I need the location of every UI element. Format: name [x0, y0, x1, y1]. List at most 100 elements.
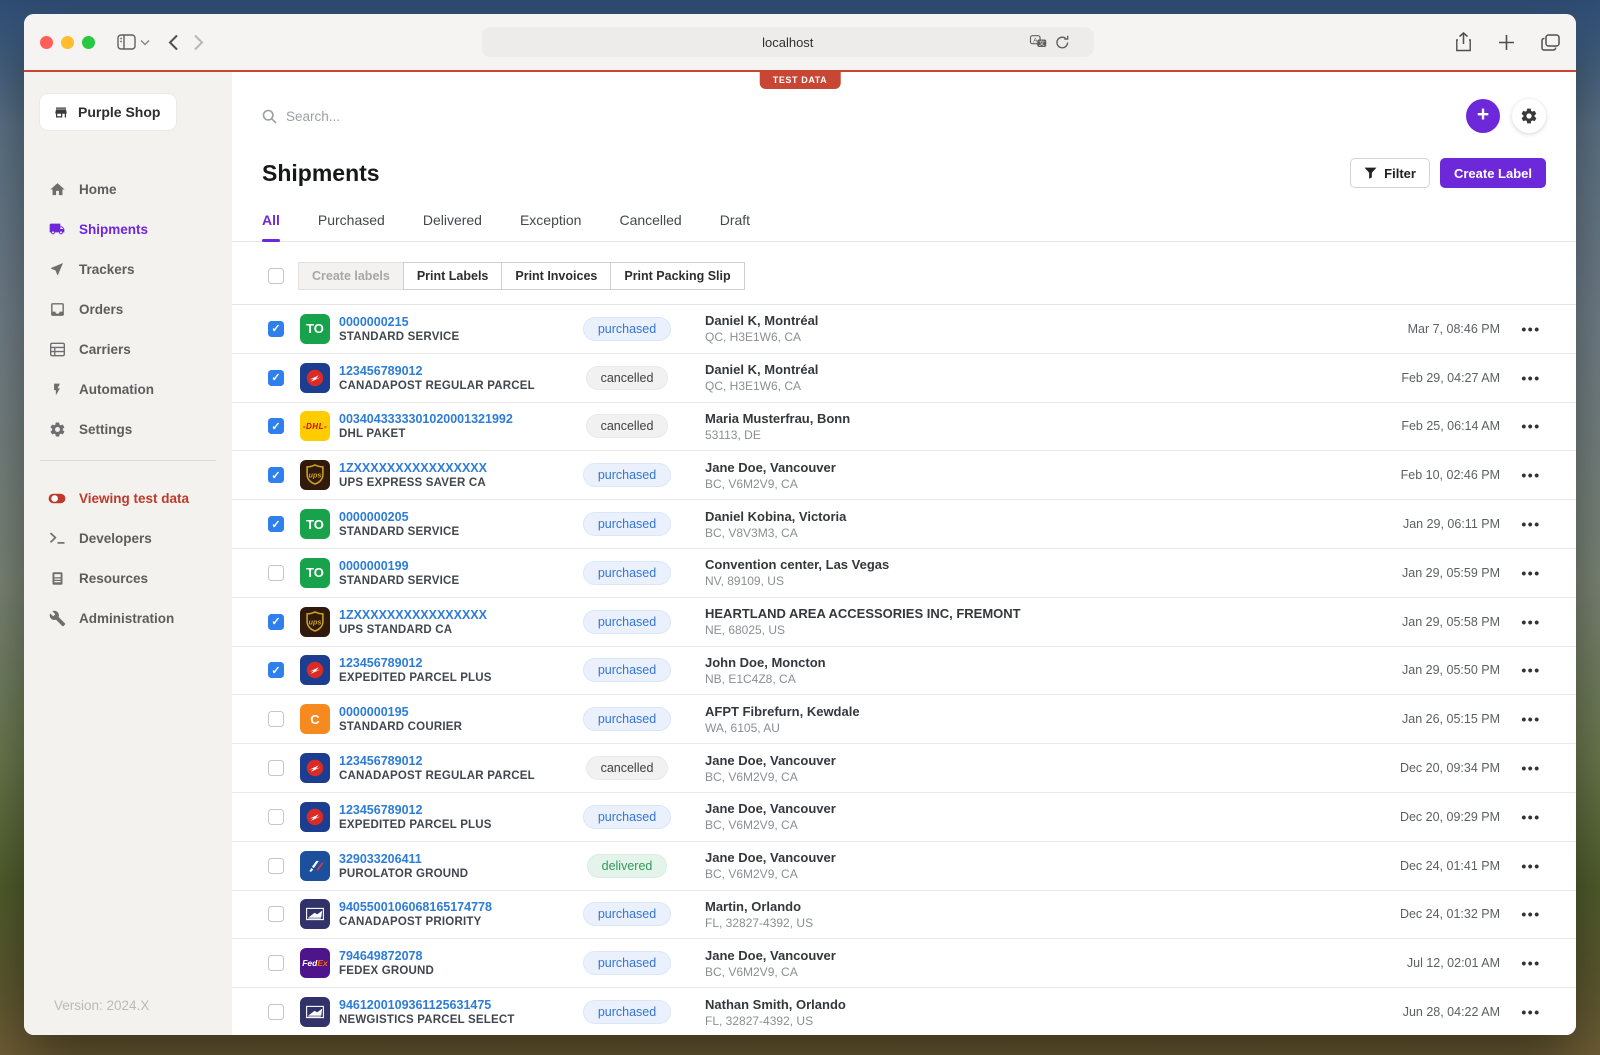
row-checkbox[interactable]: [268, 955, 284, 971]
close-window-button[interactable]: [40, 36, 53, 49]
row-checkbox[interactable]: [268, 1004, 284, 1020]
row-menu-button[interactable]: •••: [1500, 321, 1562, 337]
tracking-link[interactable]: 123456789012: [339, 803, 571, 817]
reload-icon[interactable]: [1055, 35, 1070, 50]
row-checkbox[interactable]: ✓: [268, 418, 284, 434]
row-menu-button[interactable]: •••: [1500, 370, 1562, 386]
row-menu-button[interactable]: •••: [1500, 955, 1562, 971]
tab-delivered[interactable]: Delivered: [423, 212, 482, 241]
page-title: Shipments: [262, 160, 380, 187]
filter-button[interactable]: Filter: [1350, 158, 1430, 188]
row-menu-button[interactable]: •••: [1500, 1004, 1562, 1020]
tracking-link[interactable]: 0000000199: [339, 559, 571, 573]
tab-all[interactable]: All: [262, 212, 280, 241]
row-menu-button[interactable]: •••: [1500, 565, 1562, 581]
chevron-down-icon[interactable]: [140, 39, 150, 46]
tab-draft[interactable]: Draft: [720, 212, 750, 241]
row-checkbox[interactable]: [268, 711, 284, 727]
sidebar-item-home[interactable]: Home: [40, 174, 216, 204]
address-bar[interactable]: localhost A文: [482, 27, 1094, 57]
translate-icon[interactable]: A文: [1030, 35, 1047, 49]
sidebar-toggle-icon[interactable]: [117, 34, 136, 50]
sidebar-item-settings[interactable]: Settings: [40, 414, 216, 444]
courier-logo-icon: C: [300, 704, 330, 734]
tracking-link[interactable]: 0000000215: [339, 315, 571, 329]
tracking-link[interactable]: 9461200109361125631475: [339, 998, 571, 1012]
row-checkbox[interactable]: ✓: [268, 516, 284, 532]
row-checkbox[interactable]: ✓: [268, 321, 284, 337]
row-checkbox[interactable]: ✓: [268, 467, 284, 483]
tracking-link[interactable]: 794649872078: [339, 949, 571, 963]
gear-icon: [1520, 107, 1538, 125]
share-icon[interactable]: [1455, 32, 1472, 52]
row-menu-button[interactable]: •••: [1500, 858, 1562, 874]
forward-button[interactable]: [193, 34, 204, 51]
tracking-link[interactable]: 0034043333301020001321992: [339, 412, 571, 426]
tab-purchased[interactable]: Purchased: [318, 212, 385, 241]
sidebar-item-carriers[interactable]: Carriers: [40, 334, 216, 364]
shipment-date: Feb 29, 04:27 AM: [1388, 371, 1500, 385]
table-icon: [48, 340, 66, 358]
zoom-window-button[interactable]: [82, 36, 95, 49]
row-menu-button[interactable]: •••: [1500, 809, 1562, 825]
search-input[interactable]: Search...: [262, 109, 340, 124]
sidebar-item-shipments[interactable]: Shipments: [40, 214, 216, 244]
row-menu-button[interactable]: •••: [1500, 906, 1562, 922]
select-all-checkbox[interactable]: [268, 268, 284, 284]
create-label-button[interactable]: Create Label: [1440, 158, 1546, 188]
tracking-link[interactable]: 0000000195: [339, 705, 571, 719]
sidebar-item-orders[interactable]: Orders: [40, 294, 216, 324]
sidebar-item-resources[interactable]: Resources: [40, 563, 216, 593]
dhl-logo-icon: -DHL-: [300, 411, 330, 441]
minimize-window-button[interactable]: [61, 36, 74, 49]
tracking-link[interactable]: 123456789012: [339, 754, 571, 768]
tracking-link[interactable]: 0000000205: [339, 510, 571, 524]
print-packing-slip-button[interactable]: Print Packing Slip: [610, 262, 744, 290]
row-checkbox[interactable]: [268, 565, 284, 581]
recipient-address: NE, 68025, US: [705, 623, 1388, 637]
settings-button[interactable]: [1512, 99, 1546, 133]
service-name: NEWGISTICS PARCEL SELECT: [339, 1014, 571, 1026]
back-button[interactable]: [168, 34, 179, 51]
print-labels-button[interactable]: Print Labels: [403, 262, 503, 290]
recipient-address: WA, 6105, AU: [705, 721, 1388, 735]
sidebar-item-trackers[interactable]: Trackers: [40, 254, 216, 284]
row-menu-button[interactable]: •••: [1500, 760, 1562, 776]
row-checkbox[interactable]: ✓: [268, 370, 284, 386]
row-menu-button[interactable]: •••: [1500, 662, 1562, 678]
row-menu-button[interactable]: •••: [1500, 711, 1562, 727]
sidebar-item-viewing-test-data[interactable]: Viewing test data: [40, 483, 216, 513]
tracking-link[interactable]: 1ZXXXXXXXXXXXXXXXX: [339, 608, 571, 622]
print-invoices-button[interactable]: Print Invoices: [501, 262, 611, 290]
row-menu-button[interactable]: •••: [1500, 467, 1562, 483]
tab-cancelled[interactable]: Cancelled: [619, 212, 681, 241]
new-tab-icon[interactable]: [1498, 34, 1515, 51]
row-checkbox[interactable]: [268, 809, 284, 825]
recipient-cell: Jane Doe, VancouverBC, V6M2V9, CA: [705, 753, 1388, 784]
tracking-link[interactable]: 123456789012: [339, 656, 571, 670]
row-checkbox[interactable]: ✓: [268, 662, 284, 678]
brand-card[interactable]: Purple Shop: [40, 94, 176, 130]
tab-overview-icon[interactable]: [1541, 34, 1560, 51]
sidebar-item-automation[interactable]: Automation: [40, 374, 216, 404]
row-checkbox[interactable]: [268, 858, 284, 874]
tracking-link[interactable]: 329033206411: [339, 852, 571, 866]
row-checkbox[interactable]: ✓: [268, 614, 284, 630]
row-menu-button[interactable]: •••: [1500, 418, 1562, 434]
search-icon: [262, 109, 277, 124]
add-button[interactable]: +: [1466, 99, 1500, 133]
row-menu-button[interactable]: •••: [1500, 614, 1562, 630]
tracking-link[interactable]: 1ZXXXXXXXXXXXXXXXX: [339, 461, 571, 475]
tracking-link[interactable]: 123456789012: [339, 364, 571, 378]
tab-exception[interactable]: Exception: [520, 212, 581, 241]
tracking-link[interactable]: 9405500106068165174778: [339, 900, 571, 914]
row-checkbox[interactable]: [268, 760, 284, 776]
service-name: EXPEDITED PARCEL PLUS: [339, 819, 571, 831]
row-menu-button[interactable]: •••: [1500, 516, 1562, 532]
row-checkbox[interactable]: [268, 906, 284, 922]
tools-icon: [48, 609, 66, 627]
ups-logo-icon: ups: [300, 607, 330, 637]
shipments-table: ✓TO0000000215STANDARD SERVICEpurchasedDa…: [232, 304, 1576, 1035]
sidebar-item-developers[interactable]: Developers: [40, 523, 216, 553]
sidebar-item-administration[interactable]: Administration: [40, 603, 216, 633]
